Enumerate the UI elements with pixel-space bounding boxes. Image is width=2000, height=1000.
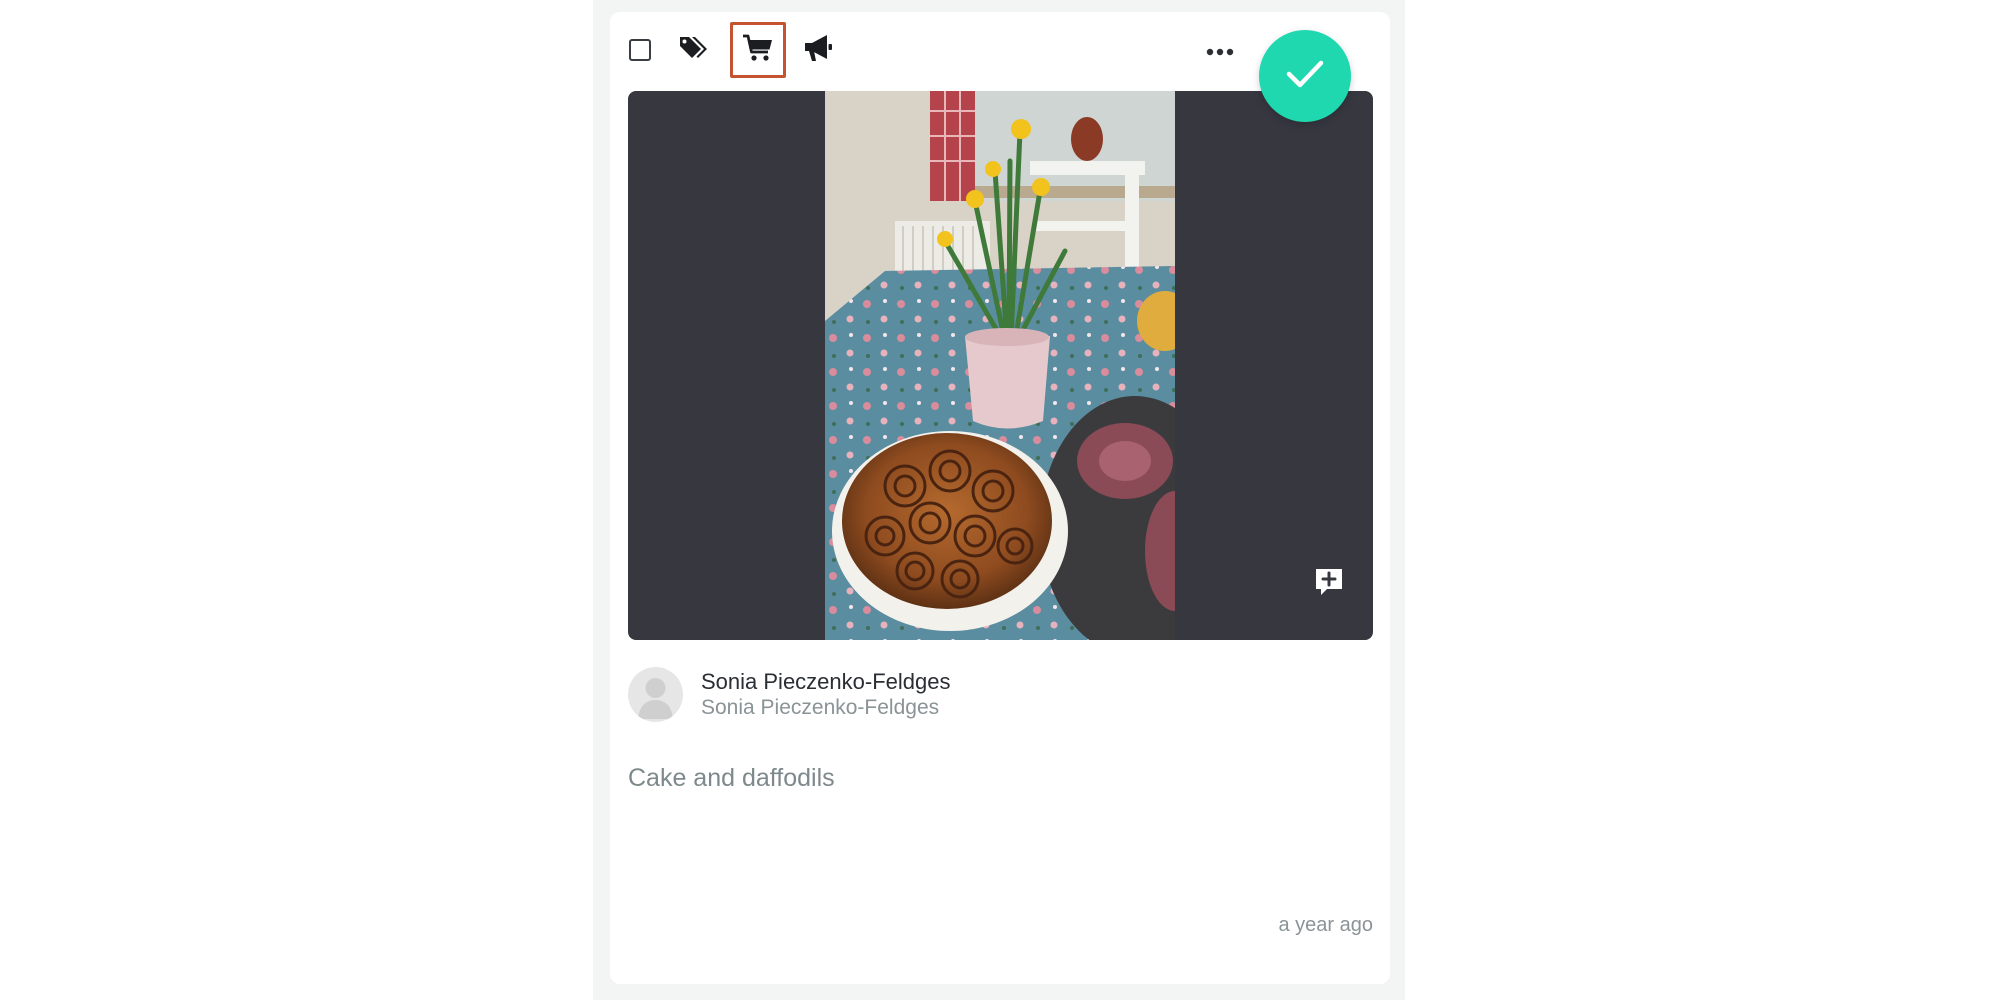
post-timestamp: a year ago (1278, 914, 1373, 936)
post-photo (825, 91, 1175, 640)
more-horizontal-icon (1206, 43, 1234, 61)
author-handle: Sonia Pieczenko-Feldges (701, 696, 940, 719)
shop-button[interactable] (730, 22, 786, 78)
announce-button[interactable] (790, 22, 846, 78)
comment-plus-icon (1313, 566, 1345, 603)
default-avatar-icon[interactable] (628, 667, 683, 722)
post-media[interactable] (628, 91, 1373, 640)
page: Sonia Pieczenko-Feldges Sonia Pieczenko-… (0, 0, 2000, 1000)
select-checkbox[interactable] (629, 39, 651, 61)
megaphone-icon (802, 33, 834, 68)
approve-button[interactable] (1259, 30, 1351, 122)
tags-icon (678, 34, 710, 67)
post-caption: Cake and daffodils (628, 764, 835, 792)
checkmark-icon (1285, 58, 1325, 95)
author-name[interactable]: Sonia Pieczenko-Feldges (701, 669, 950, 695)
post-card: Sonia Pieczenko-Feldges Sonia Pieczenko-… (610, 12, 1390, 984)
tags-button[interactable] (666, 22, 722, 78)
add-comment-button[interactable] (1311, 566, 1347, 602)
shopping-cart-icon (742, 33, 774, 68)
more-options-button[interactable] (1190, 34, 1250, 70)
author-info: Sonia Pieczenko-Feldges Sonia Pieczenko-… (628, 667, 1328, 727)
